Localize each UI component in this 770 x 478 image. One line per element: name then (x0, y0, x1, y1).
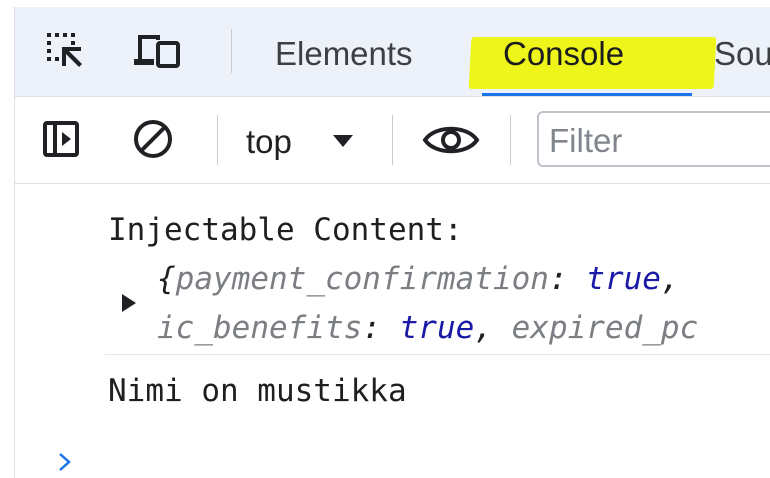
devtools-tab-bar: Elements Console Sou (15, 7, 770, 96)
toolbar-separator (392, 115, 393, 165)
filter-placeholder: Filter (549, 122, 623, 159)
clear-console-icon[interactable] (132, 118, 174, 160)
message-separator (105, 354, 770, 355)
context-selector[interactable]: top (246, 123, 353, 161)
tab-sources[interactable]: Sou (714, 35, 770, 73)
tab-elements[interactable]: Elements (275, 35, 413, 73)
toolbar-separator (217, 115, 218, 165)
device-toolbar-icon[interactable] (132, 31, 182, 71)
sidebar-toggle-icon[interactable] (42, 120, 80, 158)
live-expression-eye-icon[interactable] (422, 122, 480, 158)
window-top-strip (0, 0, 770, 7)
object-preview[interactable]: {payment_confirmation: true, ic_benefits… (157, 255, 698, 353)
console-message: Nimi on mustikka (108, 373, 407, 409)
console-message: Injectable Content: (108, 212, 463, 248)
expand-triangle-icon[interactable] (121, 293, 137, 313)
inspect-element-icon[interactable] (45, 31, 83, 71)
toolbar-separator (510, 115, 511, 165)
console-toolbar: top Filter (15, 96, 770, 184)
console-prompt-icon[interactable] (57, 451, 73, 473)
object-preview-line-1: {payment_confirmation: true, (157, 261, 680, 297)
console-output: Injectable Content: {payment_confirmatio… (15, 183, 770, 478)
dropdown-caret-icon (333, 135, 353, 147)
context-label: top (246, 123, 292, 160)
tab-console[interactable]: Console (503, 35, 624, 73)
tab-separator (231, 29, 232, 73)
filter-input[interactable]: Filter (537, 111, 770, 167)
object-preview-line-2: ic_benefits: true, expired_pc (157, 310, 699, 346)
